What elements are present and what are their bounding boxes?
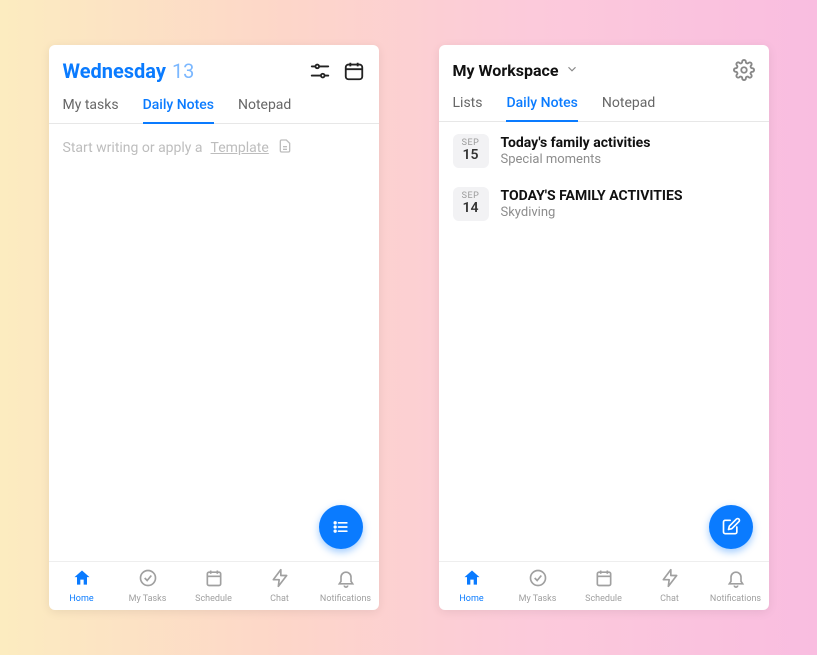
nav-label: Notifications	[320, 594, 371, 604]
nav-check[interactable]: My Tasks	[118, 568, 178, 604]
placeholder-text: Start writing or apply a	[63, 140, 203, 156]
fab-list-button[interactable]	[319, 505, 363, 549]
calendar-icon	[204, 568, 224, 592]
nav-label: Home	[459, 594, 483, 604]
header-right: My Workspace	[439, 45, 769, 85]
bottom-nav-right: Home My Tasks Schedule Chat Notifications	[439, 561, 769, 610]
date-day: 14	[453, 201, 489, 216]
workspace-name: My Workspace	[453, 61, 559, 80]
template-link[interactable]: Template	[211, 140, 269, 156]
notes-list: SEP15 Today's family activitiesSpecial mo…	[439, 122, 769, 228]
nav-check[interactable]: My Tasks	[508, 568, 568, 604]
nav-home[interactable]: Home	[442, 568, 502, 604]
nav-calendar[interactable]: Schedule	[574, 568, 634, 604]
tab-daily-notes[interactable]: Daily Notes	[143, 97, 214, 123]
body-left: Start writing or apply a Template	[49, 124, 379, 561]
bolt-icon	[270, 568, 290, 592]
note-text: TODAY'S FAMILY ACTIVITIESSkydiving	[501, 187, 683, 222]
phone-left: Wednesday 13 My tasks Daily Notes Notepa…	[49, 45, 379, 610]
day-number: 13	[172, 59, 194, 83]
gear-icon[interactable]	[733, 59, 755, 81]
nav-bell[interactable]: Notifications	[706, 568, 766, 604]
phone-right: My Workspace Lists Daily Notes Notepad S…	[439, 45, 769, 610]
home-icon	[462, 568, 482, 592]
tabs-left: My tasks Daily Notes Notepad	[49, 87, 379, 124]
nav-calendar[interactable]: Schedule	[184, 568, 244, 604]
tab-my-tasks[interactable]: My tasks	[63, 97, 119, 123]
note-placeholder[interactable]: Start writing or apply a Template	[49, 124, 379, 158]
tab-notepad[interactable]: Notepad	[238, 97, 291, 123]
nav-label: Chat	[270, 594, 289, 604]
bell-icon	[336, 568, 356, 592]
nav-label: My Tasks	[519, 594, 557, 604]
nav-label: Schedule	[195, 594, 232, 604]
note-item[interactable]: SEP14 TODAY'S FAMILY ACTIVITIESSkydiving	[439, 175, 769, 228]
chevron-down-icon	[565, 61, 579, 80]
nav-label: Notifications	[710, 594, 761, 604]
date-badge: SEP15	[453, 134, 489, 168]
calendar-icon[interactable]	[343, 60, 365, 82]
check-icon	[138, 568, 158, 592]
sliders-icon[interactable]	[309, 60, 331, 82]
note-text: Today's family activitiesSpecial moments	[501, 134, 651, 169]
document-icon	[277, 138, 293, 158]
nav-bolt[interactable]: Chat	[640, 568, 700, 604]
note-subtitle: Special moments	[501, 152, 651, 169]
bottom-nav-left: Home My Tasks Schedule Chat Notifications	[49, 561, 379, 610]
header-actions-right	[733, 59, 755, 81]
header-actions	[309, 60, 365, 82]
check-icon	[528, 568, 548, 592]
note-subtitle: Skydiving	[501, 205, 683, 222]
header-left: Wednesday 13	[49, 45, 379, 87]
tab-notepad-r[interactable]: Notepad	[602, 95, 655, 121]
note-title: Today's family activities	[501, 134, 651, 152]
nav-label: Home	[69, 594, 93, 604]
tab-daily-notes-r[interactable]: Daily Notes	[506, 95, 577, 121]
workspace-title[interactable]: My Workspace	[453, 61, 579, 80]
body-right: SEP15 Today's family activitiesSpecial mo…	[439, 122, 769, 561]
nav-bolt[interactable]: Chat	[250, 568, 310, 604]
tabs-right: Lists Daily Notes Notepad	[439, 85, 769, 122]
nav-label: Chat	[660, 594, 679, 604]
calendar-icon	[594, 568, 614, 592]
nav-bell[interactable]: Notifications	[316, 568, 376, 604]
tab-lists[interactable]: Lists	[453, 95, 483, 121]
nav-home[interactable]: Home	[52, 568, 112, 604]
home-icon	[72, 568, 92, 592]
note-item[interactable]: SEP15 Today's family activitiesSpecial mo…	[439, 122, 769, 175]
nav-label: Schedule	[585, 594, 622, 604]
nav-label: My Tasks	[129, 594, 167, 604]
header-date: Wednesday 13	[63, 59, 195, 83]
bell-icon	[726, 568, 746, 592]
date-day: 15	[453, 148, 489, 163]
note-title: TODAY'S FAMILY ACTIVITIES	[501, 187, 683, 205]
fab-compose-button[interactable]	[709, 505, 753, 549]
date-badge: SEP14	[453, 187, 489, 221]
bolt-icon	[660, 568, 680, 592]
day-name: Wednesday	[63, 59, 166, 83]
